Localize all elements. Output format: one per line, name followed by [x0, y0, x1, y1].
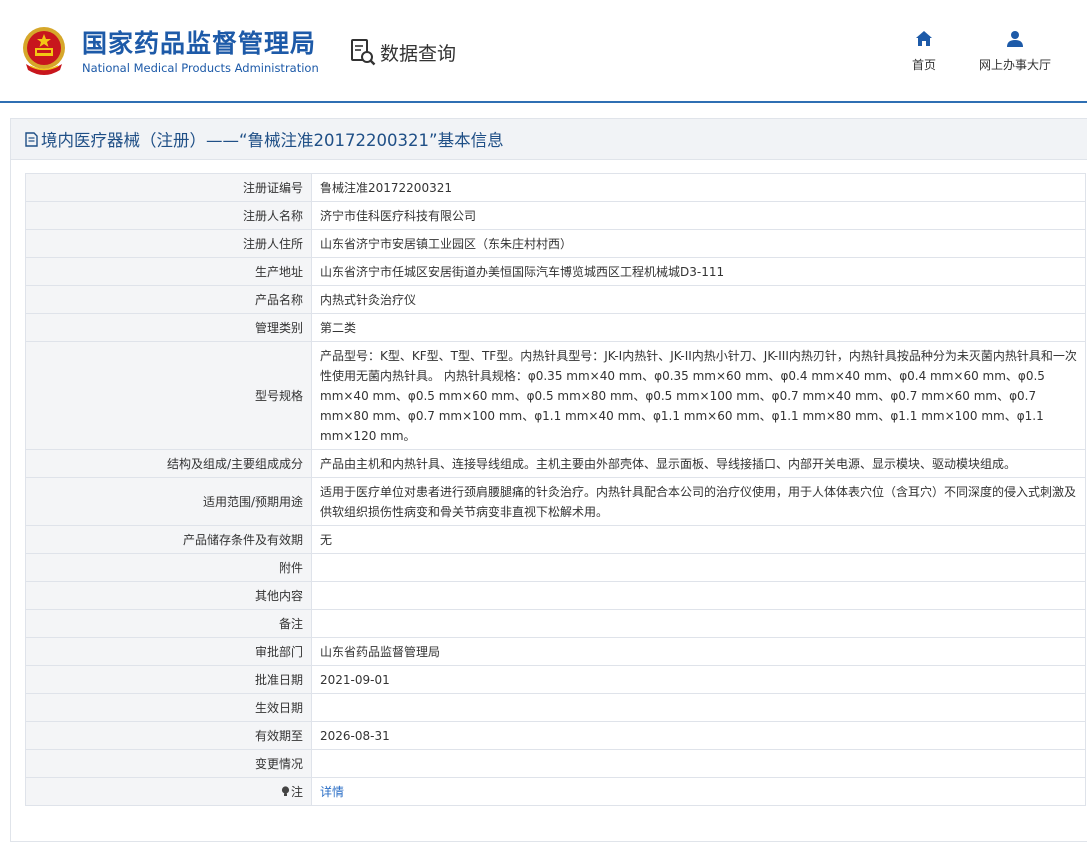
table-row: 附件: [25, 553, 1086, 582]
nav-home-label: 首页: [911, 58, 936, 72]
home-icon: [916, 31, 932, 46]
table-row: 管理类别 第二类: [25, 313, 1086, 342]
row-key: 产品储存条件及有效期: [25, 525, 312, 554]
note-key-label: 注: [290, 784, 303, 799]
registration-info-table: 注册证编号 鲁械注准20172200321 注册人名称 济宁市佳科医疗科技有限公…: [25, 173, 1086, 806]
table-row: 注册人名称 济宁市佳科医疗科技有限公司: [25, 201, 1086, 230]
row-key: 生产地址: [25, 257, 312, 286]
nav-home[interactable]: 首页: [906, 30, 942, 73]
table-row: 结构及组成/主要组成成分 产品由主机和内热针具、连接导线组成。主机主要由外部壳体…: [25, 449, 1086, 478]
row-value: 详情: [311, 777, 1086, 806]
panel-title: 境内医疗器械（注册）——“鲁械注准20172200321”基本信息: [41, 131, 504, 150]
row-key: 其他内容: [25, 581, 312, 610]
row-value: 2026-08-31: [311, 721, 1086, 750]
row-value: 2021-09-01: [311, 665, 1086, 694]
row-value: 山东省济宁市安居镇工业园区（东朱庄村村西）: [311, 229, 1086, 258]
row-key: 备注: [25, 609, 312, 638]
org-name-cn: 国家药品监督管理局: [82, 29, 317, 58]
user-icon: [1007, 31, 1023, 47]
details-link[interactable]: 详情: [320, 785, 344, 799]
document-icon: [25, 131, 38, 147]
row-key: 附件: [25, 553, 312, 582]
table-row: 生产地址 山东省济宁市任城区安居街道办美恒国际汽车博览城西区工程机械城D3-11…: [25, 257, 1086, 286]
row-key: 变更情况: [25, 749, 312, 778]
row-value: [311, 553, 1086, 582]
table-row: 生效日期: [25, 693, 1086, 722]
row-key: 适用范围/预期用途: [25, 477, 312, 526]
row-key-note: 注: [25, 777, 312, 806]
national-emblem-logo: [23, 27, 65, 75]
row-value: [311, 693, 1086, 722]
row-value: 适用于医疗单位对患者进行颈肩腰腿痛的针灸治疗。内热针具配合本公司的治疗仪使用，用…: [311, 477, 1086, 526]
table-row: 审批部门 山东省药品监督管理局: [25, 637, 1086, 666]
info-bulb-icon: [281, 785, 290, 796]
table-row: 变更情况: [25, 749, 1086, 778]
nav-online-service-hall[interactable]: 网上办事大厅: [970, 30, 1060, 73]
table-row: 注册人住所 山东省济宁市安居镇工业园区（东朱庄村村西）: [25, 229, 1086, 258]
row-value: 济宁市佳科医疗科技有限公司: [311, 201, 1086, 230]
data-query-title: 数据查询: [350, 38, 456, 66]
table-row: 有效期至 2026-08-31: [25, 721, 1086, 750]
row-value: 产品型号：K型、KF型、T型、TF型。内热针具型号：JK-I内热针、JK-II内…: [311, 341, 1086, 450]
row-value: [311, 609, 1086, 638]
table-row: 注 详情: [25, 777, 1086, 806]
table-row: 注册证编号 鲁械注准20172200321: [25, 173, 1086, 202]
row-value: 山东省药品监督管理局: [311, 637, 1086, 666]
row-value: [311, 581, 1086, 610]
row-key: 注册人名称: [25, 201, 312, 230]
table-row: 适用范围/预期用途 适用于医疗单位对患者进行颈肩腰腿痛的针灸治疗。内热针具配合本…: [25, 477, 1086, 526]
row-value: [311, 749, 1086, 778]
row-value: 无: [311, 525, 1086, 554]
row-key: 审批部门: [25, 637, 312, 666]
row-value: 第二类: [311, 313, 1086, 342]
table-row: 产品名称 内热式针灸治疗仪: [25, 285, 1086, 314]
row-key: 管理类别: [25, 313, 312, 342]
table-row: 其他内容: [25, 581, 1086, 610]
row-value: 鲁械注准20172200321: [311, 173, 1086, 202]
table-row: 备注: [25, 609, 1086, 638]
document-search-icon: [351, 39, 376, 66]
row-value: 内热式针灸治疗仪: [311, 285, 1086, 314]
row-key: 批准日期: [25, 665, 312, 694]
row-key: 产品名称: [25, 285, 312, 314]
panel-title-bar: 境内医疗器械（注册）——“鲁械注准20172200321”基本信息: [11, 119, 1087, 160]
row-key: 有效期至: [25, 721, 312, 750]
org-name-en: National Medical Products Administration: [82, 61, 319, 75]
row-key: 注册人住所: [25, 229, 312, 258]
row-key: 型号规格: [25, 341, 312, 450]
detail-panel: 境内医疗器械（注册）——“鲁械注准20172200321”基本信息 注册证编号 …: [10, 118, 1087, 842]
row-value: 产品由主机和内热针具、连接导线组成。主机主要由外部壳体、显示面板、导线接插口、内…: [311, 449, 1086, 478]
row-key: 结构及组成/主要组成成分: [25, 449, 312, 478]
site-header: 国家药品监督管理局 National Medical Products Admi…: [0, 0, 1087, 103]
nav-online-service-hall-label: 网上办事大厅: [978, 58, 1051, 72]
table-row: 型号规格 产品型号：K型、KF型、T型、TF型。内热针具型号：JK-I内热针、J…: [25, 341, 1086, 450]
row-key: 注册证编号: [25, 173, 312, 202]
data-query-label: 数据查询: [380, 42, 457, 65]
row-value: 山东省济宁市任城区安居街道办美恒国际汽车博览城西区工程机械城D3-111: [311, 257, 1086, 286]
row-key: 生效日期: [25, 693, 312, 722]
table-row: 产品储存条件及有效期 无: [25, 525, 1086, 554]
table-row: 批准日期 2021-09-01: [25, 665, 1086, 694]
